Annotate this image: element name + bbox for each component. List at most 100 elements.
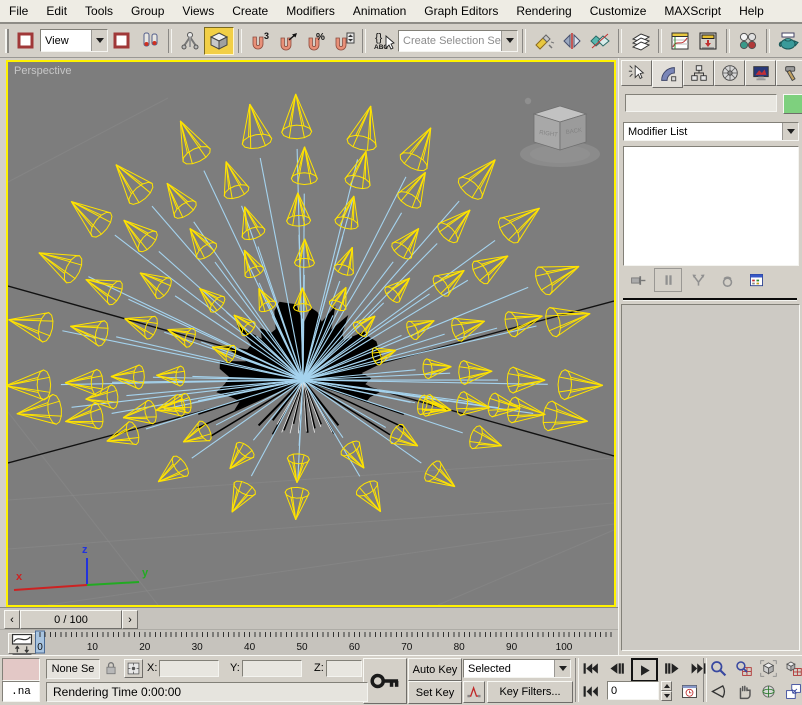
previous-frame-icon[interactable] xyxy=(605,658,628,678)
zoom-extents-icon[interactable] xyxy=(757,658,779,679)
menu-item[interactable]: MAXScript xyxy=(655,1,730,21)
zoom-extents-all-icon[interactable] xyxy=(782,658,802,679)
set-key-button[interactable]: Set Key xyxy=(408,681,462,704)
schematic-view-icon[interactable] xyxy=(694,27,722,55)
next-frame-icon[interactable] xyxy=(661,658,684,678)
svg-text:0: 0 xyxy=(37,642,43,653)
time-slider-prev-button[interactable]: ‹ xyxy=(4,610,20,629)
time-slider-handle[interactable]: 0 / 100 xyxy=(20,610,122,629)
layer-manager-icon[interactable] xyxy=(626,27,654,55)
absolute-offset-toggle[interactable] xyxy=(124,659,143,678)
menu-item[interactable]: Modifiers xyxy=(277,1,344,21)
menu-item[interactable]: Customize xyxy=(581,1,656,21)
time-configuration-icon[interactable] xyxy=(678,681,701,701)
menu-item[interactable]: Create xyxy=(223,1,277,21)
dropdown-arrow-icon[interactable] xyxy=(91,30,107,51)
light-lister-icon[interactable] xyxy=(530,27,558,55)
z-coordinate-field[interactable] xyxy=(326,660,362,677)
selection-region-icon[interactable] xyxy=(108,27,136,55)
display-tab-icon[interactable] xyxy=(745,60,776,86)
panel-divider[interactable] xyxy=(623,298,797,301)
y-coordinate-field[interactable] xyxy=(242,660,302,677)
menu-item[interactable]: Animation xyxy=(344,1,415,21)
modify-tab-icon[interactable] xyxy=(652,60,683,88)
object-name-field[interactable] xyxy=(625,94,777,112)
key-filters-button[interactable]: Key Filters... xyxy=(487,681,573,703)
viewport-label[interactable]: Perspective xyxy=(14,65,71,77)
frame-ruler[interactable]: 0102030405060708090100 xyxy=(0,630,618,655)
selection-filter-dropdown[interactable]: Selected xyxy=(463,659,571,678)
object-color-swatch[interactable] xyxy=(783,94,802,114)
select-and-link-icon[interactable] xyxy=(176,27,204,55)
material-editor-icon[interactable] xyxy=(734,27,762,55)
svg-text:80: 80 xyxy=(454,642,466,653)
menu-item[interactable]: Rendering xyxy=(507,1,580,21)
dropdown-arrow-icon[interactable] xyxy=(782,123,798,140)
create-tab-icon[interactable] xyxy=(621,60,652,86)
create-selection-set-field[interactable]: Create Selection Set xyxy=(398,30,518,52)
render-icon[interactable] xyxy=(774,27,802,55)
percent-snap-icon[interactable]: % xyxy=(302,27,330,55)
pin-stack-icon[interactable] xyxy=(625,269,651,291)
spinner-snap-icon[interactable] xyxy=(330,27,358,55)
snaps-toggle-icon[interactable] xyxy=(204,27,234,55)
fov-icon[interactable] xyxy=(707,681,729,702)
menu-item[interactable]: Graph Editors xyxy=(415,1,507,21)
mirror-icon[interactable] xyxy=(558,27,586,55)
menu-item[interactable]: Edit xyxy=(37,1,76,21)
menu-item[interactable]: Group xyxy=(122,1,173,21)
make-unique-icon[interactable] xyxy=(685,269,711,291)
x-coordinate-field[interactable] xyxy=(159,660,219,677)
default-tangent-button[interactable] xyxy=(463,681,485,703)
perspective-viewport[interactable]: RIGHT BACK z x y Perspective xyxy=(6,60,616,607)
menu-item[interactable]: File xyxy=(0,1,37,21)
axis-tripod: z x y xyxy=(14,544,149,590)
edit-named-selections-icon[interactable]: {}ABC xyxy=(370,27,398,55)
selection-region-icon[interactable] xyxy=(12,27,40,55)
svg-text:60: 60 xyxy=(349,642,361,653)
utilities-tab-icon[interactable] xyxy=(776,60,802,86)
axis-x-label: x xyxy=(16,571,23,583)
angle-snap-icon[interactable] xyxy=(274,27,302,55)
auto-key-button[interactable]: Auto Key xyxy=(408,658,462,681)
min-max-toggle-icon[interactable] xyxy=(782,681,802,702)
modifier-stack-list[interactable] xyxy=(623,146,799,266)
select-and-manipulate-icon[interactable] xyxy=(136,27,164,55)
go-start-icon[interactable] xyxy=(579,658,602,678)
arc-rotate-icon[interactable] xyxy=(757,681,779,702)
selection-lock-icon[interactable] xyxy=(102,659,120,677)
dropdown-arrow-icon[interactable] xyxy=(554,660,570,677)
dropdown-arrow-icon[interactable] xyxy=(501,31,517,51)
pan-icon[interactable] xyxy=(732,681,754,702)
hierarchy-tab-icon[interactable] xyxy=(683,60,714,86)
configure-modifier-sets-icon[interactable] xyxy=(743,269,769,291)
menu-item[interactable]: Help xyxy=(730,1,773,21)
maxscript-mini-listener[interactable]: .na xyxy=(2,681,40,702)
remove-modifier-icon[interactable] xyxy=(714,269,740,291)
show-end-result-icon[interactable] xyxy=(654,268,682,292)
snap-3d-icon[interactable]: 3 xyxy=(246,27,274,55)
menu-item[interactable]: Tools xyxy=(76,1,122,21)
time-slider-next-button[interactable]: › xyxy=(122,610,138,629)
zoom-all-icon[interactable] xyxy=(732,658,754,679)
reference-coordinate-dropdown[interactable]: View xyxy=(40,29,108,52)
rollout-area[interactable] xyxy=(621,304,800,651)
curve-editor-icon[interactable] xyxy=(666,27,694,55)
zoom-icon[interactable] xyxy=(707,658,729,679)
key-mode-toggle-icon[interactable] xyxy=(579,681,602,701)
set-keys-button[interactable] xyxy=(363,658,407,704)
time-slider-track[interactable]: ‹ 0 / 100 › xyxy=(0,607,618,630)
current-frame-field[interactable] xyxy=(607,681,659,700)
play-icon[interactable] xyxy=(631,658,658,682)
track-bar[interactable]: 0102030405060708090100 xyxy=(0,629,618,657)
menu-item[interactable]: Views xyxy=(173,1,223,21)
toolbar-grip[interactable] xyxy=(5,29,9,53)
frame-spinner[interactable] xyxy=(661,681,672,700)
view-cube[interactable]: RIGHT BACK xyxy=(520,98,600,167)
maxscript-mini-listener-pink[interactable] xyxy=(2,658,40,681)
viewport-nav-row2 xyxy=(707,681,802,702)
align-icon[interactable] xyxy=(586,27,614,55)
motion-tab-icon[interactable] xyxy=(714,60,745,86)
modifier-list-dropdown[interactable]: Modifier List xyxy=(623,122,799,141)
toolbar-separator xyxy=(658,29,662,53)
